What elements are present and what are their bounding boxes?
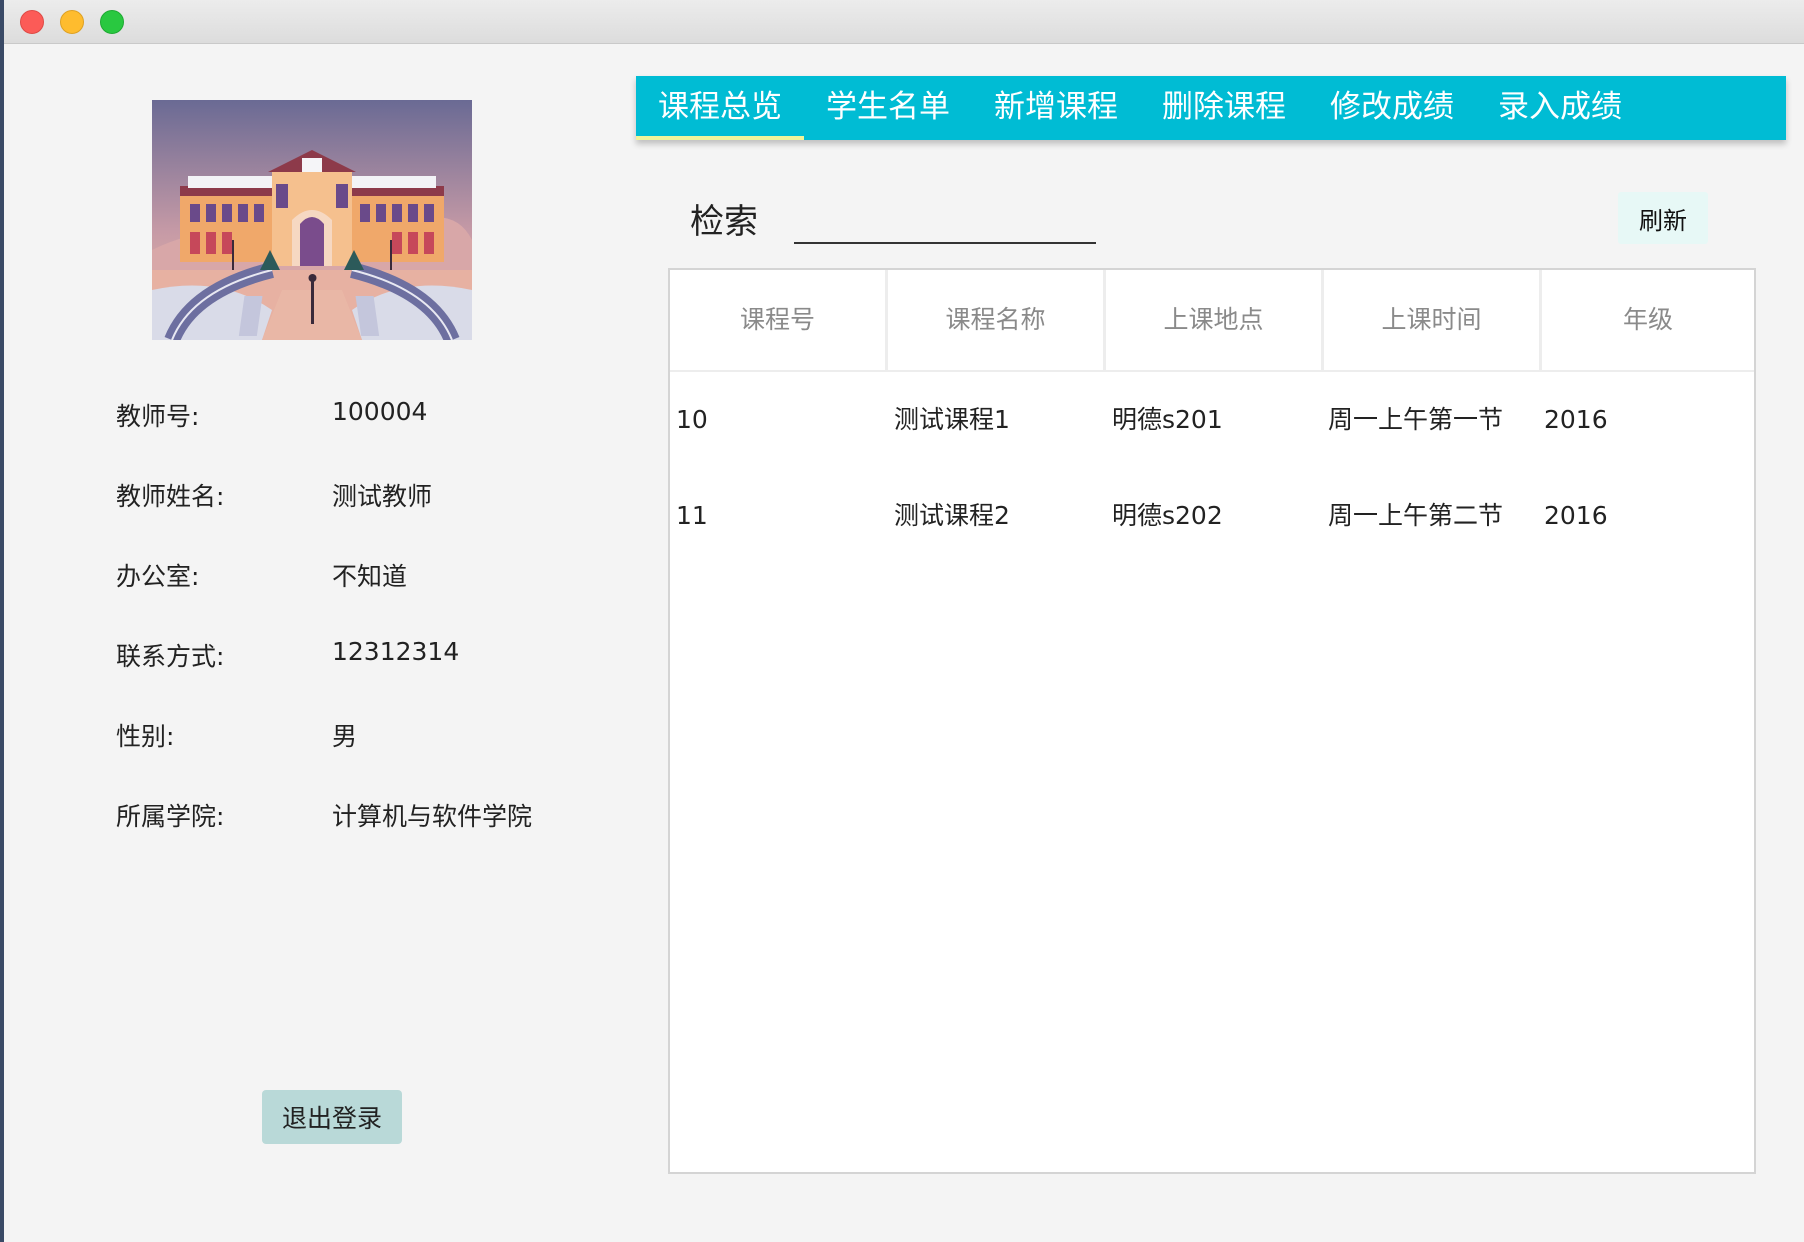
cell-grade: 2016 bbox=[1544, 501, 1608, 530]
office-value: 不知道 bbox=[332, 562, 408, 591]
cell-location: 明德s201 bbox=[1112, 405, 1223, 434]
gender-value: 男 bbox=[332, 722, 358, 751]
cell-location: 明德s202 bbox=[1112, 501, 1223, 530]
search-label: 检索 bbox=[690, 202, 758, 242]
cell-grade: 2016 bbox=[1544, 405, 1608, 434]
college-value: 计算机与软件学院 bbox=[332, 802, 533, 831]
cell-course-name: 测试课程2 bbox=[894, 501, 1010, 530]
campus-building-illustration bbox=[152, 100, 472, 340]
close-dot-icon[interactable] bbox=[20, 10, 44, 34]
column-header-location[interactable]: 上课地点 bbox=[1106, 270, 1324, 370]
table-header: 课程号 课程名称 上课地点 上课时间 年级 bbox=[670, 270, 1754, 372]
app-window: 教师号: 100004 教师姓名: 测试教师 办公室: 不知道 联系方式: 12… bbox=[4, 0, 1804, 1242]
cell-course-id: 11 bbox=[676, 501, 708, 530]
refresh-button[interactable]: 刷新 bbox=[1618, 192, 1708, 244]
column-header-grade[interactable]: 年级 bbox=[1542, 270, 1754, 370]
table-row[interactable]: 11 测试课程2 明德s202 周一上午第二节 2016 bbox=[670, 468, 1754, 564]
title-bar bbox=[4, 0, 1804, 44]
teacher-id-value: 100004 bbox=[332, 397, 428, 426]
logout-button[interactable]: 退出登录 bbox=[262, 1090, 402, 1144]
cell-time: 周一上午第一节 bbox=[1328, 405, 1504, 434]
teacher-name-label: 教师姓名: bbox=[116, 482, 225, 511]
cell-time: 周一上午第二节 bbox=[1328, 501, 1504, 530]
tab-course-overview[interactable]: 课程总览 bbox=[636, 76, 804, 140]
column-header-time[interactable]: 上课时间 bbox=[1324, 270, 1542, 370]
teacher-id-label: 教师号: bbox=[116, 402, 200, 431]
course-table: 课程号 课程名称 上课地点 上课时间 年级 10 测试课程1 明德s201 周一… bbox=[668, 268, 1756, 1174]
teacher-name-value: 测试教师 bbox=[332, 482, 433, 511]
gender-label: 性别: bbox=[116, 722, 175, 751]
tab-enter-grades[interactable]: 录入成绩 bbox=[1476, 76, 1644, 140]
tab-bar: 课程总览 学生名单 新增课程 删除课程 修改成绩 录入成绩 bbox=[636, 76, 1786, 140]
maximize-dot-icon[interactable] bbox=[100, 10, 124, 34]
column-header-course-name[interactable]: 课程名称 bbox=[888, 270, 1106, 370]
contact-value: 12312314 bbox=[332, 637, 460, 666]
table-row[interactable]: 10 测试课程1 明德s201 周一上午第一节 2016 bbox=[670, 372, 1754, 468]
cell-course-id: 10 bbox=[676, 405, 708, 434]
cell-course-name: 测试课程1 bbox=[894, 405, 1010, 434]
college-label: 所属学院: bbox=[116, 802, 225, 831]
tab-delete-course[interactable]: 删除课程 bbox=[1140, 76, 1308, 140]
office-label: 办公室: bbox=[116, 562, 200, 591]
minimize-dot-icon[interactable] bbox=[60, 10, 84, 34]
tab-edit-grades[interactable]: 修改成绩 bbox=[1308, 76, 1476, 140]
search-input[interactable] bbox=[794, 200, 1096, 244]
column-header-course-id[interactable]: 课程号 bbox=[670, 270, 888, 370]
contact-label: 联系方式: bbox=[116, 642, 225, 671]
tab-add-course[interactable]: 新增课程 bbox=[972, 76, 1140, 140]
tab-student-list[interactable]: 学生名单 bbox=[804, 76, 972, 140]
